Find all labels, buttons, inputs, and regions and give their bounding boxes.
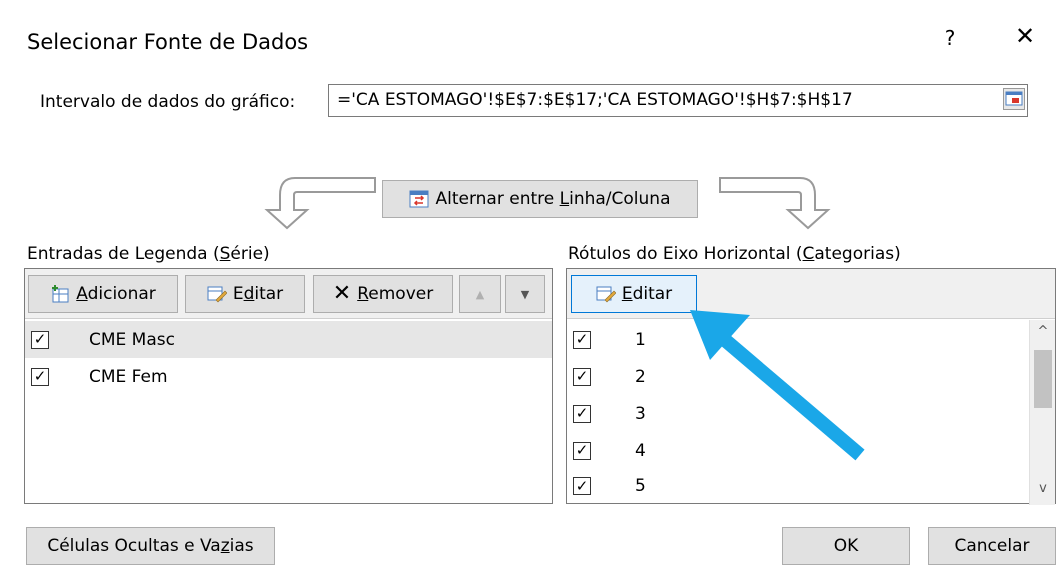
add-label: Adicionar [76,284,156,304]
series-label: CME Masc [89,329,175,350]
edit-icon [596,286,616,303]
close-button[interactable]: ✕ [1010,22,1040,56]
category-label: 5 [635,476,646,496]
axis-section-title: Rótulos do Eixo Horizontal (Categorias) [568,244,901,264]
add-series-button[interactable]: Adicionar [28,275,178,313]
switch-label: Alternar entre Linha/Coluna [435,189,671,209]
edit-label: Editar [232,284,284,304]
move-down-button[interactable]: ▼ [505,275,545,313]
category-label: 4 [635,440,646,461]
scroll-thumb[interactable] [1034,350,1052,408]
cancel-button[interactable]: Cancelar [928,527,1056,565]
hidden-cells-label: Células Ocultas e Vazias [47,536,254,556]
remove-icon: ✕ [332,281,352,306]
legend-item[interactable]: ✓ CME Fem [25,358,552,395]
vertical-scrollbar[interactable]: ^ v [1029,320,1055,505]
category-label: 3 [635,403,646,424]
edit-series-button[interactable]: Editar [185,275,305,313]
hidden-empty-cells-button[interactable]: Células Ocultas e Vazias [26,527,275,565]
series-label: CME Fem [89,366,168,387]
legend-toolbar: Adicionar Editar ✕ Remover ▲ ▼ [25,269,552,319]
checkbox[interactable]: ✓ [573,441,591,460]
remove-label: Remover [357,284,434,304]
scroll-up-icon[interactable]: ^ [1030,324,1056,344]
edit-axis-labels-button[interactable]: Editar [571,275,697,313]
scroll-down-icon[interactable]: v [1030,481,1056,501]
add-icon [52,285,69,303]
checkbox[interactable]: ✓ [573,477,591,495]
switch-icon [409,190,429,208]
switch-row-column-button[interactable]: Alternar entre Linha/Coluna [382,180,698,218]
checkbox[interactable]: ✓ [573,404,591,423]
data-range-label: Intervalo de dados do gráfico: [40,92,296,112]
help-button[interactable]: ? [938,26,962,56]
left-curved-arrow-icon [264,177,376,230]
edit-label: Editar [621,284,673,304]
right-curved-arrow-icon [719,177,831,230]
checkbox[interactable]: ✓ [573,367,591,386]
edit-icon [207,286,227,303]
category-label: 2 [635,366,646,387]
remove-series-button[interactable]: ✕ Remover [313,275,453,313]
category-label: 1 [635,329,646,350]
range-picker-icon[interactable] [1003,88,1025,110]
checkbox[interactable]: ✓ [573,330,591,349]
ok-button[interactable]: OK [782,527,910,565]
checkbox[interactable]: ✓ [31,330,49,349]
legend-section-title: Entradas de Legenda (Série) [27,244,270,264]
legend-entries-panel: Adicionar Editar ✕ Remover ▲ ▼ ✓ CME Mas… [24,268,553,504]
annotation-arrow-icon [690,310,865,461]
dialog-title: Selecionar Fonte de Dados [27,30,309,54]
move-up-button[interactable]: ▲ [459,275,501,313]
data-range-input[interactable]: ='CA ESTOMAGO'!$E$7:$E$17;'CA ESTOMAGO'!… [328,84,1028,117]
legend-item[interactable]: ✓ CME Masc [25,321,552,358]
category-item[interactable]: ✓ 5 [567,469,1055,503]
checkbox[interactable]: ✓ [31,367,49,386]
